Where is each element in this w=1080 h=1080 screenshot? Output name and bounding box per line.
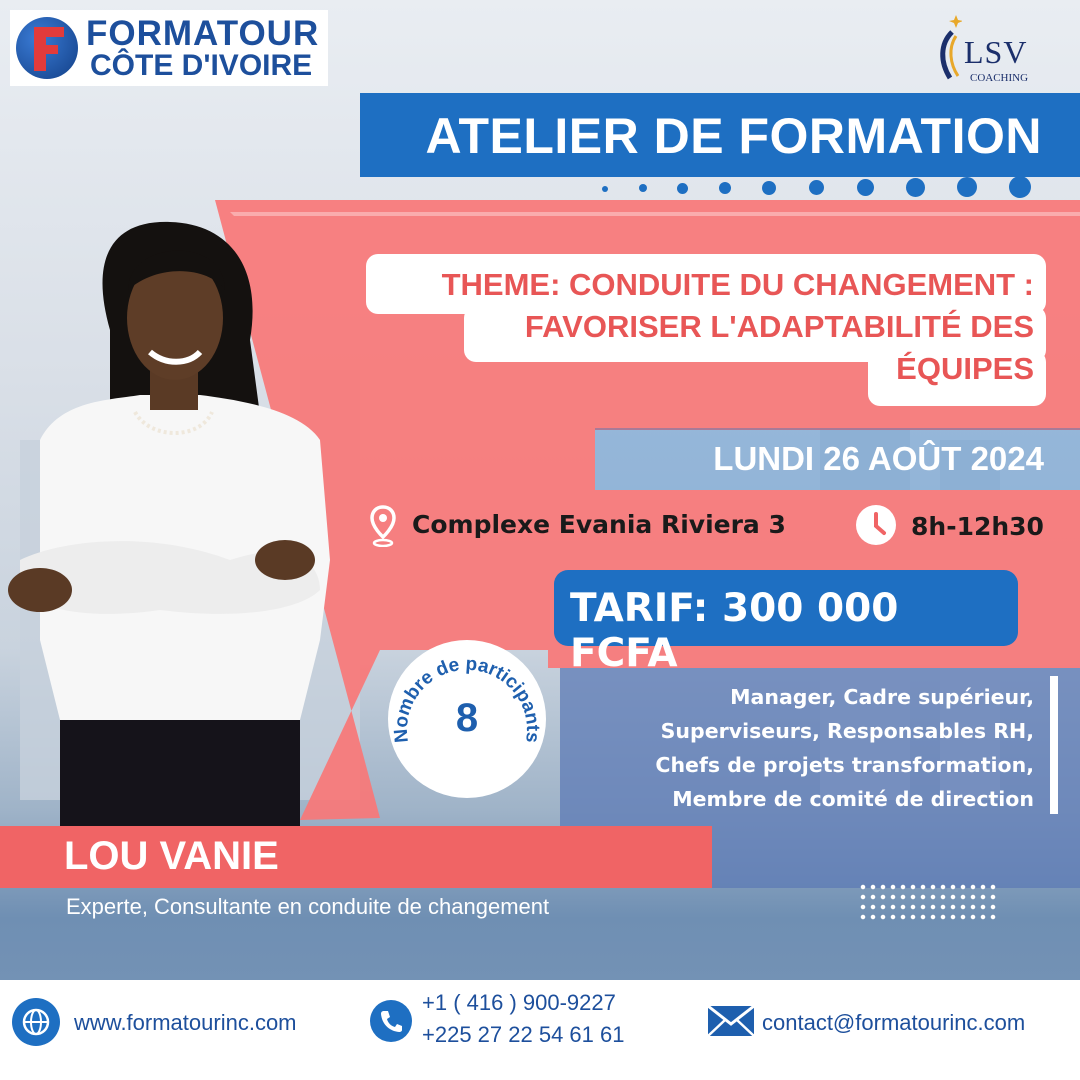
title-banner: ATELIER DE FORMATION bbox=[360, 93, 1080, 177]
email-link[interactable]: contact@formatourinc.com bbox=[762, 1010, 1025, 1036]
audience-line: Manager, Cadre supérieur, bbox=[730, 685, 1034, 709]
decorative-dot bbox=[1009, 176, 1031, 198]
audience-line: Membre de comité de direction bbox=[672, 787, 1034, 811]
coaching-text: COACHING bbox=[970, 72, 1029, 84]
decorative-dot bbox=[957, 177, 977, 197]
target-audience: Manager, Cadre supérieur, Superviseurs, … bbox=[655, 680, 1034, 816]
audience-line: Chefs de projets transformation, bbox=[655, 753, 1034, 777]
decorative-dot bbox=[719, 182, 731, 194]
participants-count: 8 bbox=[455, 696, 479, 740]
decorative-dot-grid bbox=[858, 882, 998, 922]
decorative-dot bbox=[857, 179, 874, 196]
theme-text: THEME: CONDUITE DU CHANGEMENT : FAVORISE… bbox=[334, 264, 1034, 390]
globe-icon bbox=[12, 998, 60, 1046]
decorative-dot bbox=[809, 180, 824, 195]
speaker-role: Experte, Consultante en conduite de chan… bbox=[66, 894, 550, 919]
speaker-name: LOU VANIE bbox=[64, 834, 279, 878]
footer: www.formatourinc.com +1 ( 416 ) 900-9227… bbox=[0, 980, 1080, 1080]
theme-line: THEME: CONDUITE DU CHANGEMENT : bbox=[441, 267, 1034, 302]
price-badge: TARIF: 300 000 FCFA bbox=[554, 570, 1018, 676]
event-location: Complexe Evania Riviera 3 bbox=[412, 510, 786, 539]
audience-accent-bar bbox=[1050, 676, 1058, 814]
lsv-coaching-logo: LSV COACHING bbox=[928, 6, 1058, 86]
clock-icon bbox=[856, 505, 896, 545]
lsv-text: LSV bbox=[964, 34, 1028, 70]
event-time: 8h-12h30 bbox=[911, 512, 1044, 541]
decorative-dot bbox=[602, 186, 608, 192]
phone-number-1[interactable]: +1 ( 416 ) 900-9227 bbox=[422, 990, 616, 1016]
speaker-photo bbox=[8, 221, 330, 830]
lsv-swirl-icon bbox=[940, 15, 962, 80]
phone-number-2[interactable]: +225 27 22 54 61 61 bbox=[422, 1022, 624, 1048]
page-title: ATELIER DE FORMATION bbox=[425, 108, 1042, 164]
decorative-dot bbox=[762, 181, 776, 195]
decorative-dot bbox=[639, 184, 647, 192]
theme-line: FAVORISER L'ADAPTABILITÉ DES bbox=[524, 309, 1034, 344]
decorative-dot bbox=[906, 178, 925, 197]
website-link[interactable]: www.formatourinc.com bbox=[74, 1010, 297, 1036]
theme-line: ÉQUIPES bbox=[896, 351, 1034, 386]
participants-badge: Nombre de participants 8 bbox=[388, 640, 546, 798]
phone-icon bbox=[370, 1000, 412, 1042]
audience-line: Superviseurs, Responsables RH, bbox=[660, 719, 1034, 743]
map-pin-icon bbox=[370, 505, 396, 547]
envelope-icon bbox=[707, 1004, 755, 1037]
event-date: LUNDI 26 AOÛT 2024 bbox=[713, 440, 1044, 477]
decorative-dot bbox=[677, 183, 688, 194]
price-text: TARIF: 300 000 FCFA bbox=[570, 586, 899, 676]
